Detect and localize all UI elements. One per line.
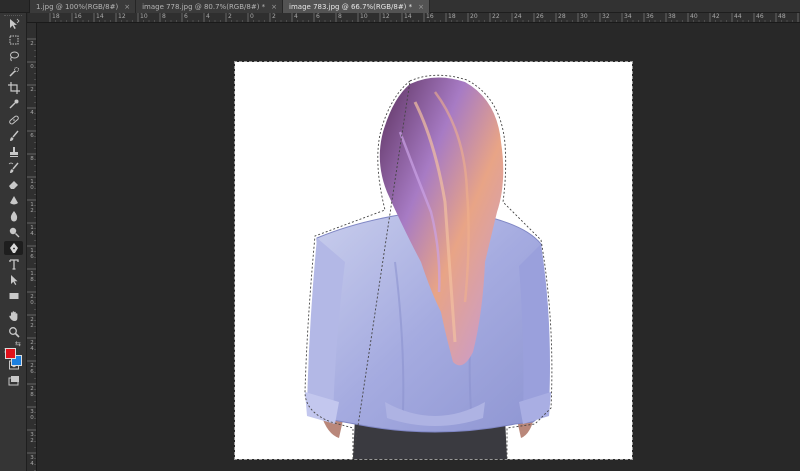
ruler-label: 4 [30,110,34,116]
tab-image-778[interactable]: image 778.jpg @ 80.7%(RGB/8#) * × [136,0,284,13]
type-icon[interactable] [4,257,23,271]
path-select-icon[interactable] [4,273,23,287]
foreground-color-swatch[interactable] [5,348,16,359]
ruler-label: 24 [514,13,522,20]
ruler-label: 34 [30,455,34,467]
ruler-label: 12 [30,202,34,214]
ruler-label: 2 [30,41,34,47]
gradient-icon[interactable] [4,193,23,207]
vertical-ruler[interactable]: 20246810121416182022242628303234 [27,23,37,471]
ruler-label: 2 [272,13,276,20]
tab-gutter [0,0,30,12]
ruler-label: 10 [30,179,34,191]
brush-icon[interactable] [4,129,23,143]
eraser-icon[interactable] [4,177,23,191]
dodge-icon[interactable] [4,225,23,239]
ruler-label: 10 [140,13,148,20]
healing-icon[interactable] [4,113,23,127]
ruler-label: 30 [30,409,34,421]
tab-label: image 783.jpg @ 66.7%(RGB/8#) * [289,2,413,11]
tools-panel: ⇆ [0,13,27,471]
ruler-label: 16 [30,248,34,260]
ruler-label: 14 [404,13,412,20]
eyedropper-icon[interactable] [4,97,23,111]
close-icon[interactable]: × [271,3,277,11]
horizontal-ruler[interactable]: 18 16 14 12 10 8 6 4 2 0 2 4 6 8 10 12 14 16 18 20 22 24 26 28 3… [28,13,800,23]
crop-icon[interactable] [4,81,23,95]
close-icon[interactable]: × [418,3,424,11]
tab-label: 1.jpg @ 100%(RGB/8#) [36,2,119,11]
screen-mode-icon[interactable] [4,374,23,388]
ruler-label: 38 [668,13,676,20]
ruler-label: 28 [558,13,566,20]
ruler-label: 14 [96,13,104,20]
rectangle-icon[interactable] [4,289,23,303]
ruler-label: 8 [30,156,34,162]
ruler-label: 28 [30,386,34,398]
ruler-label: 16 [74,13,82,20]
ruler-label: 6 [184,13,188,20]
ruler-label: 16 [426,13,434,20]
document-tabs: 1.jpg @ 100%(RGB/8#) × image 778.jpg @ 8… [0,0,800,13]
quick-select-icon[interactable] [4,65,23,79]
ruler-label: 22 [30,317,34,329]
ruler-label: 46 [756,13,764,20]
lasso-icon[interactable] [4,49,23,63]
tab-1-jpg[interactable]: 1.jpg @ 100%(RGB/8#) × [30,0,137,13]
hand-icon[interactable] [4,309,23,323]
blur-icon[interactable] [4,209,23,223]
tab-label: image 778.jpg @ 80.7%(RGB/8#) * [142,2,266,11]
ruler-label: 18 [448,13,456,20]
tab-image-783[interactable]: image 783.jpg @ 66.7%(RGB/8#) * × [283,0,431,13]
ruler-label: 12 [382,13,390,20]
ruler-label: 14 [30,225,34,237]
ruler-label: 42 [712,13,720,20]
ruler-label: 40 [690,13,698,20]
ruler-label: 24 [30,340,34,352]
ruler-label: 32 [30,432,34,444]
ruler-label: 20 [30,294,34,306]
close-icon[interactable]: × [124,3,130,11]
woman-back-photo [304,74,553,459]
ruler-label: 2 [228,13,232,20]
ruler-label: 8 [162,13,166,20]
default-colors-icon[interactable] [3,339,11,355]
document-canvas[interactable] [234,61,633,460]
pen-icon[interactable] [4,241,23,255]
ruler-label: 0 [250,13,254,20]
ruler-label: 44 [734,13,742,20]
ruler-label: 4 [294,13,298,20]
swap-colors-icon[interactable]: ⇆ [15,340,21,348]
move-icon[interactable] [4,17,23,31]
history-brush-icon[interactable] [4,161,23,175]
ruler-label: 26 [536,13,544,20]
ruler-label: 20 [470,13,478,20]
zoom-icon[interactable] [4,325,23,339]
ruler-label: 2 [30,87,34,93]
ruler-label: 34 [624,13,632,20]
ruler-label: 6 [316,13,320,20]
ruler-label: 36 [646,13,654,20]
ruler-label: 0 [30,64,34,70]
ruler-label: 12 [118,13,126,20]
ruler-label: 10 [360,13,368,20]
ruler-label: 18 [30,271,34,283]
ruler-label: 26 [30,363,34,375]
ruler-label: 4 [206,13,210,20]
ruler-label: 18 [52,13,60,20]
ruler-label: 48 [778,13,786,20]
ruler-label: 6 [30,133,34,139]
clone-stamp-icon[interactable] [4,145,23,159]
ruler-label: 32 [602,13,610,20]
ruler-label: 30 [580,13,588,20]
marquee-icon[interactable] [4,33,23,47]
ruler-label: 8 [338,13,342,20]
ruler-label: 22 [492,13,500,20]
